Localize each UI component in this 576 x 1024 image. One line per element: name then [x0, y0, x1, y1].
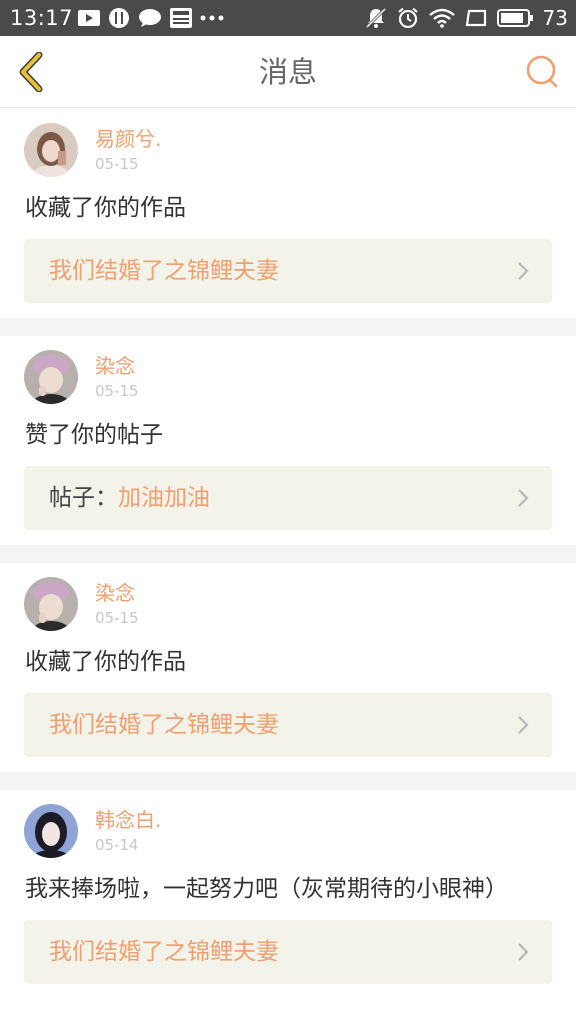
chevron-right-icon — [518, 716, 529, 734]
chevron-left-icon — [19, 52, 43, 92]
back-button[interactable] — [10, 50, 54, 94]
alarm-icon — [397, 7, 419, 29]
post-link-card[interactable]: 帖子：加油加油 — [24, 466, 552, 530]
more-dots-icon — [200, 14, 224, 22]
message-item: 易颜兮. 05-15 收藏了你的作品 我们结婚了之锦鲤夫妻 — [0, 109, 576, 318]
message-text: 我来捧场啦，一起努力吧（灰常期待的小眼神） — [25, 876, 508, 902]
link-title: 加油加油 — [118, 485, 210, 511]
chevron-right-icon — [518, 943, 529, 961]
message-text: 收藏了你的作品 — [25, 195, 186, 221]
chevron-right-icon — [518, 489, 529, 507]
message-text: 赞了你的帖子 — [25, 422, 163, 448]
user-name[interactable]: 染念 — [95, 581, 135, 605]
link-text: 我们结婚了之锦鲤夫妻 — [49, 256, 279, 286]
separator — [0, 545, 576, 563]
link-text: 我们结婚了之锦鲤夫妻 — [49, 937, 279, 967]
message-date: 05-14 — [95, 836, 139, 854]
separator — [0, 318, 576, 336]
message-list: 易颜兮. 05-15 收藏了你的作品 我们结婚了之锦鲤夫妻 染念 05-15 赞… — [0, 109, 576, 999]
link-title: 我们结婚了之锦鲤夫妻 — [49, 712, 279, 738]
screen-icon — [465, 9, 487, 27]
notification-icons — [78, 7, 224, 29]
avatar[interactable] — [24, 804, 78, 858]
status-time: 13:17 — [10, 6, 74, 30]
youtube-icon — [78, 9, 100, 27]
link-text: 我们结婚了之锦鲤夫妻 — [49, 710, 279, 740]
search-icon — [526, 55, 558, 88]
message-date: 05-15 — [95, 155, 139, 173]
avatar[interactable] — [24, 577, 78, 631]
link-title: 我们结婚了之锦鲤夫妻 — [49, 258, 279, 284]
message-item: 韩念白. 05-14 我来捧场啦，一起努力吧（灰常期待的小眼神） 我们结婚了之锦… — [0, 790, 576, 999]
search-button[interactable] — [522, 52, 562, 92]
user-name[interactable]: 易颜兮. — [95, 127, 161, 151]
message-date: 05-15 — [95, 609, 139, 627]
wifi-icon — [428, 8, 455, 28]
message-item: 染念 05-15 收藏了你的作品 我们结婚了之锦鲤夫妻 — [0, 563, 576, 772]
battery-percentage: 73 — [542, 6, 568, 30]
status-bar: 13:17 73 — [0, 0, 576, 36]
link-prefix: 帖子： — [49, 485, 118, 511]
separator — [0, 772, 576, 790]
message-item: 染念 05-15 赞了你的帖子 帖子：加油加油 — [0, 336, 576, 545]
chat-icon — [138, 8, 162, 28]
work-link-card[interactable]: 我们结婚了之锦鲤夫妻 — [24, 693, 552, 757]
chevron-right-icon — [518, 262, 529, 280]
work-link-card[interactable]: 我们结婚了之锦鲤夫妻 — [24, 920, 552, 984]
user-name[interactable]: 染念 — [95, 354, 135, 378]
mute-icon — [365, 7, 387, 29]
app-icon — [108, 7, 130, 29]
page-title: 消息 — [258, 55, 317, 89]
avatar[interactable] — [24, 350, 78, 404]
message-text: 收藏了你的作品 — [25, 649, 186, 675]
news-icon — [170, 8, 192, 28]
system-icons: 73 — [365, 6, 568, 30]
link-text: 帖子：加油加油 — [49, 483, 210, 513]
message-date: 05-15 — [95, 382, 139, 400]
work-link-card[interactable]: 我们结婚了之锦鲤夫妻 — [24, 239, 552, 303]
navigation-bar: 消息 — [0, 36, 576, 108]
link-title: 我们结婚了之锦鲤夫妻 — [49, 939, 279, 965]
battery-icon — [496, 9, 533, 27]
user-name[interactable]: 韩念白. — [95, 808, 161, 832]
avatar[interactable] — [24, 123, 78, 177]
